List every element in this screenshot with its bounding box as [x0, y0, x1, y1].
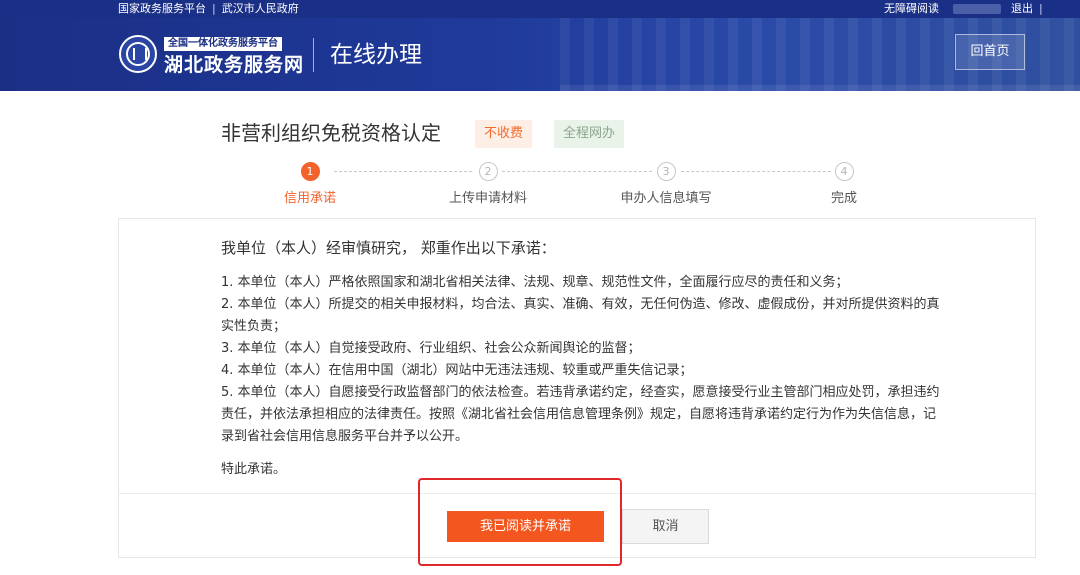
- page-title: 非营利组织免税资格认定: [221, 121, 441, 145]
- step-label: 申办人信息填写: [620, 191, 712, 206]
- separator: |: [1039, 2, 1043, 15]
- site-banner: 全国一体化政务服务平台 湖北政务服务网 在线办理 回首页: [0, 18, 1080, 91]
- step-applicant-info: 3 申办人信息填写: [596, 162, 736, 206]
- fee-badge: 不收费: [475, 120, 533, 148]
- step-number: 1: [300, 162, 320, 181]
- online-badge: 全程网办: [554, 120, 625, 148]
- accessibility-link[interactable]: 无障碍阅读: [884, 2, 939, 15]
- step-credit-commitment: 1 信用承诺: [240, 162, 380, 206]
- emblem-icon[interactable]: [119, 35, 157, 73]
- logout-link[interactable]: 退出: [1011, 2, 1033, 15]
- step-label: 上传申请材料: [448, 191, 527, 206]
- cancel-button[interactable]: 取消: [622, 509, 709, 544]
- step-number: 2: [478, 162, 498, 181]
- commitment-item: 2. 本单位（本人）所提交的相关申报材料，均合法、真实、准确、有效，无任何伪造、…: [221, 297, 940, 334]
- logo-subtitle: 全国一体化政务服务平台: [164, 37, 282, 51]
- top-utility-bar: 国家政务服务平台 | 武汉市人民政府 无障碍阅读 退出 |: [0, 0, 1080, 18]
- commitment-card: 我单位（本人）经审慎研究， 郑重作出以下承诺： 1. 本单位（本人）严格依照国家…: [118, 218, 1036, 558]
- home-button[interactable]: 回首页: [955, 34, 1025, 70]
- logo-title[interactable]: 湖北政务服务网: [164, 53, 304, 77]
- step-upload-materials: 2 上传申请材料: [418, 162, 558, 206]
- agree-commit-button[interactable]: 我已阅读并承诺: [447, 511, 604, 542]
- step-label: 信用承诺: [283, 191, 336, 206]
- section-title: 在线办理: [330, 42, 422, 68]
- banner-divider: [313, 38, 314, 72]
- step-complete: 4 完成: [774, 162, 914, 206]
- commitment-item: 4. 本单位（本人）在信用中国（湖北）网站中无违法违规、较重或严重失信记录；: [221, 363, 693, 378]
- link-wuhan-government[interactable]: 武汉市人民政府: [222, 2, 299, 15]
- masked-username: [953, 4, 1001, 14]
- commitment-item: 5. 本单位（本人）自愿接受行政监督部门的依法检查。若违背承诺约定，经查实，愿意…: [221, 385, 940, 444]
- top-links: 国家政务服务平台 | 武汉市人民政府: [118, 0, 299, 18]
- commitment-item: 1. 本单位（本人）严格依照国家和湖北省相关法律、法规、规章、规范性文件，全面履…: [221, 275, 849, 290]
- card-footer-divider: [119, 493, 1035, 494]
- step-number: 4: [834, 162, 854, 181]
- commitment-list: 1. 本单位（本人）严格依照国家和湖北省相关法律、法规、规章、规范性文件，全面履…: [221, 272, 941, 448]
- step-number: 3: [656, 162, 676, 181]
- top-right-links: 无障碍阅读 退出 |: [884, 0, 1043, 18]
- step-label: 完成: [830, 191, 857, 206]
- commitment-heading: 我单位（本人）经审慎研究， 郑重作出以下承诺：: [221, 239, 556, 257]
- commitment-item: 3. 本单位（本人）自觉接受政府、行业组织、社会公众新闻舆论的监督；: [221, 341, 641, 356]
- commitment-closing: 特此承诺。: [221, 462, 287, 477]
- separator: |: [212, 2, 216, 15]
- link-national-platform[interactable]: 国家政务服务平台: [118, 2, 206, 15]
